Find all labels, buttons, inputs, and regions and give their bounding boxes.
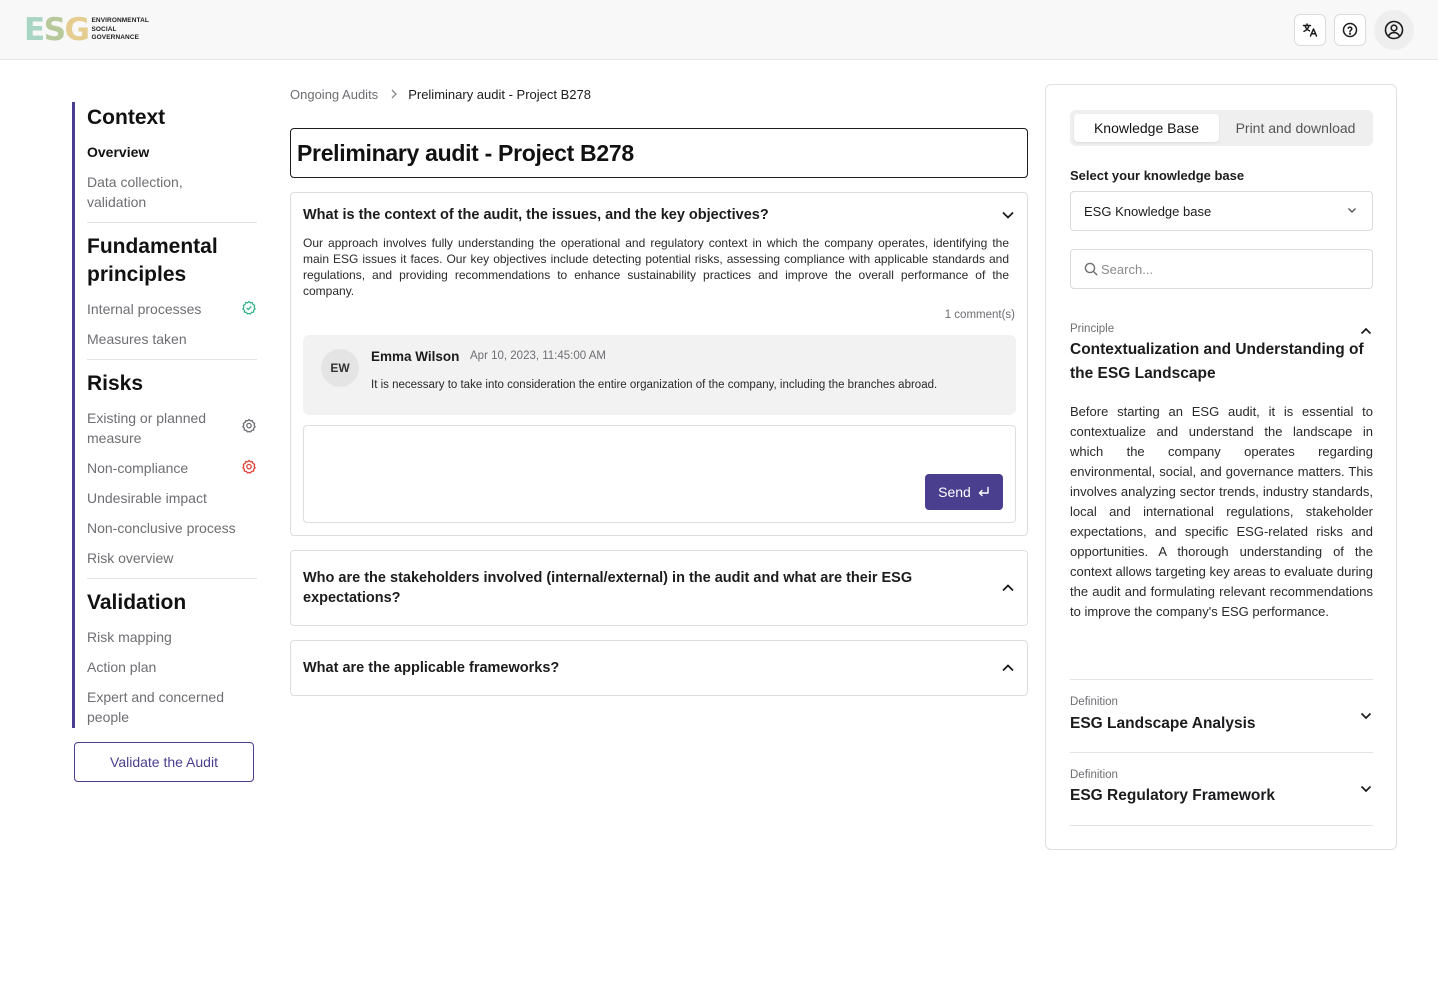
chevron-down-icon[interactable] [1001,210,1015,220]
comment-text: It is necessary to take into considerati… [371,379,938,391]
entry-kind: Principle [1070,323,1115,335]
chevron-up-icon[interactable] [1001,583,1015,593]
chevron-up-icon[interactable] [1360,327,1372,335]
nav-item-label: Existing or planned measure [87,410,207,446]
gear-alert-icon [242,459,256,474]
chevron-right-icon [390,89,398,99]
audit-sections-nav: Context Overview Data collection, valida… [72,102,257,728]
nav-item-data-collection[interactable]: Data collection, validation [87,172,217,212]
translate-icon [1302,23,1318,37]
entry-title[interactable]: ESG Landscape Analysis [1070,712,1256,736]
nav-item-expert-people[interactable]: Expert and concerned people [87,687,237,727]
logo-mark: ESG [24,12,90,48]
nav-item-label: Internal processes [87,301,202,317]
question-title[interactable]: Who are the stakeholders involved (inter… [303,568,943,608]
nav-item-risk-overview[interactable]: Risk overview [87,548,257,568]
search-input[interactable] [1101,250,1361,288]
validate-audit-button[interactable]: Validate the Audit [74,742,254,782]
selected-knowledge-base: ESG Knowledge base [1084,203,1212,219]
gear-icon [242,418,256,433]
breadcrumb: Ongoing Audits Preliminary audit - Proje… [290,85,591,103]
comment-count: 1 comment(s) [944,309,1015,321]
knowledge-search[interactable] [1070,249,1373,289]
help-button[interactable] [1334,14,1366,46]
knowledge-base-label: Select your knowledge base [1070,168,1245,183]
comment-item: EW Emma Wilson Apr 10, 2023, 11:45:00 AM… [303,335,1016,415]
audit-title-field[interactable]: Preliminary audit - Project B278 [290,128,1028,178]
entry-divider [1070,679,1373,680]
nav-item-measures-taken[interactable]: Measures taken [87,329,257,349]
breadcrumb-link-ongoing-audits[interactable]: Ongoing Audits [290,87,378,102]
send-button[interactable]: Send [925,474,1003,510]
entry-kind: Definition [1070,696,1118,708]
panel-tabs: Knowledge Base Print and download [1070,110,1373,146]
question-card-context: What is the context of the audit, the is… [290,192,1028,536]
nav-item-internal-processes[interactable]: Internal processes [87,299,257,319]
section-heading-context: Context [87,106,166,129]
nav-item-overview[interactable]: Overview [87,142,257,162]
account-icon [1384,20,1404,40]
nav-item-undesirable-impact[interactable]: Undesirable impact [87,488,257,508]
knowledge-panel: Knowledge Base Print and download Select… [1045,84,1397,850]
entry-body: Before starting an ESG audit, it is esse… [1070,404,1373,619]
help-icon [1342,22,1358,38]
top-bar: ESG ENVIRONMENTAL SOCIAL GOVERNANCE [0,0,1438,60]
comment-input[interactable]: Send [303,425,1016,523]
question-card-stakeholders[interactable]: Who are the stakeholders involved (inter… [290,550,1028,626]
section-heading-validation: Validation [87,591,187,614]
comment-date: Apr 10, 2023, 11:45:00 AM [470,350,606,362]
nav-divider [87,359,257,360]
question-title[interactable]: What is the context of the audit, the is… [303,205,769,225]
tab-knowledge-base[interactable]: Knowledge Base [1074,114,1219,142]
nav-item-action-plan[interactable]: Action plan [87,657,257,677]
search-icon [1084,262,1098,276]
question-title[interactable]: What are the applicable frameworks? [303,658,559,678]
enter-icon [978,486,989,497]
entry-title[interactable]: Contextualization and Understanding of t… [1070,338,1370,386]
entry-kind: Definition [1070,769,1118,781]
nav-item-existing-measure[interactable]: Existing or planned measure [87,408,257,448]
page-title: Preliminary audit - Project B278 [297,139,634,166]
account-button[interactable] [1374,10,1414,50]
nav-item-non-conclusive-process[interactable]: Non-conclusive process [87,518,257,538]
breadcrumb-current: Preliminary audit - Project B278 [408,86,591,102]
gear-check-icon [242,300,256,315]
nav-item-label: Non-compliance [87,460,189,476]
chevron-down-icon[interactable] [1360,712,1372,720]
question-card-frameworks[interactable]: What are the applicable frameworks? [290,640,1028,696]
esg-logo[interactable]: ESG ENVIRONMENTAL SOCIAL GOVERNANCE [24,14,149,46]
entry-title[interactable]: ESG Regulatory Framework [1070,784,1275,808]
avatar: EW [321,349,359,387]
comment-author: Emma Wilson [371,349,460,364]
section-heading-fundamental-principles: Fundamental principles [87,235,218,286]
chevron-down-icon [1348,208,1356,213]
send-label: Send [938,484,971,500]
language-button[interactable] [1294,14,1326,46]
section-heading-risks: Risks [87,372,144,395]
nav-divider [87,578,257,579]
logo-wordmark: ENVIRONMENTAL SOCIAL GOVERNANCE [91,17,149,42]
chevron-down-icon[interactable] [1360,785,1372,793]
tab-print-download[interactable]: Print and download [1222,114,1369,142]
entry-divider [1070,825,1373,826]
question-answer: Our approach involves fully understandin… [303,236,1009,298]
chevron-up-icon[interactable] [1001,663,1015,673]
knowledge-base-select[interactable]: ESG Knowledge base [1070,191,1373,231]
entry-divider [1070,752,1373,753]
nav-item-risk-mapping[interactable]: Risk mapping [87,627,257,647]
nav-item-non-compliance[interactable]: Non-compliance [87,458,257,478]
nav-divider [87,222,257,223]
